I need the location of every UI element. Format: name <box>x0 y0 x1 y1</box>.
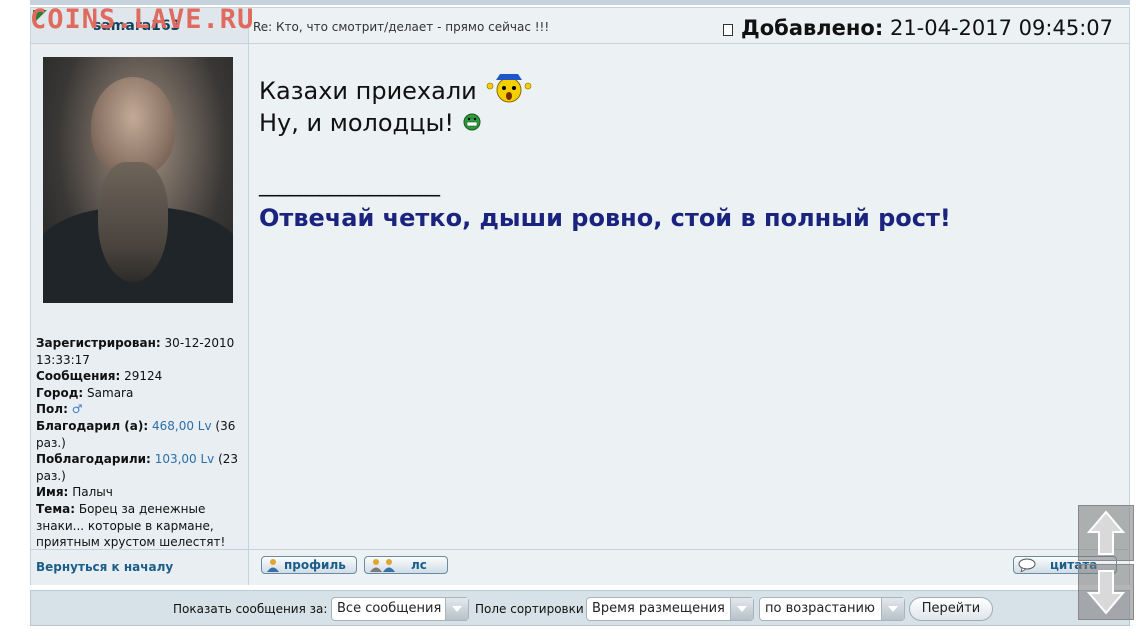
thanked-row: Благодарил (а): 468,00 Lv (36 раз.) <box>36 418 236 450</box>
profile-button[interactable]: профиль <box>261 556 357 574</box>
arrow-down-icon <box>1086 570 1126 615</box>
post-subject: Re: Кто, что смотрит/делает - прямо сейч… <box>253 20 550 34</box>
quote-icon <box>1018 558 1036 573</box>
post-document-icon <box>723 24 734 36</box>
go-button[interactable]: Перейти <box>909 597 993 621</box>
forum-post: samara163 Re: Кто, что смотрит/делает - … <box>30 7 1130 585</box>
added-value: 21-04-2017 09:45:07 <box>889 16 1113 40</box>
post-footer-left: Вернуться к началу <box>31 549 249 585</box>
thanked-link[interactable]: 468,00 Lv <box>152 419 212 433</box>
scroll-down-button[interactable] <box>1078 564 1134 620</box>
chevron-down-icon <box>881 598 904 620</box>
post-header: Re: Кто, что смотрит/делает - прямо сейч… <box>249 8 1129 44</box>
watermark-logo: COINS.LAVE.RU <box>30 4 255 35</box>
sort-field-select[interactable]: Время размещения <box>586 597 754 621</box>
chevron-down-icon <box>730 598 753 620</box>
back-to-top-link[interactable]: Вернуться к началу <box>36 560 173 574</box>
sort-options-bar: Показать сообщения за: Все сообщения Пол… <box>30 590 1130 626</box>
show-period-select[interactable]: Все сообщения <box>331 597 469 621</box>
sort-label: Поле сортировки <box>475 602 584 616</box>
gender-row: Пол: ♂ <box>36 402 83 417</box>
thanked-by-link[interactable]: 103,00 Lv <box>155 452 215 466</box>
messages-row: Сообщения: 29124 <box>36 369 163 384</box>
name-row: Имя: Палыч <box>36 485 113 500</box>
user-icon <box>266 558 280 572</box>
signature: Отвечай четко, дыши ровно, стой в полный… <box>259 204 951 232</box>
added-label: Добавлено: <box>741 16 884 40</box>
author-info: Зарегистрирован: 30-12-2010 13:33:17 Соо… <box>36 335 246 551</box>
avatar <box>43 57 233 303</box>
private-message-button[interactable]: лс <box>364 556 448 574</box>
arrow-up-icon <box>1086 510 1126 555</box>
show-label: Показать сообщения за: <box>173 602 328 616</box>
sort-order-select[interactable]: по возрастанию <box>759 597 905 621</box>
users-icon <box>369 558 397 572</box>
chevron-down-icon <box>445 598 468 620</box>
post-text-line: Ну, и молодцы! <box>259 109 482 138</box>
author-sidebar: Зарегистрирован: 30-12-2010 13:33:17 Соо… <box>31 44 249 549</box>
post-date: Добавлено: 21-04-2017 09:45:07 <box>723 16 1113 40</box>
dizzy-smiley-icon <box>484 72 534 112</box>
scroll-up-button[interactable] <box>1078 505 1134 561</box>
male-icon: ♂ <box>71 402 83 417</box>
grin-smiley-icon <box>462 110 482 138</box>
thanked-by-row: Поблагодарили: 103,00 Lv (23 раз.) <box>36 452 239 483</box>
post-footer-actions: профиль лс цитата <box>249 549 1129 585</box>
city-row: Город: Samara <box>36 385 134 400</box>
registered-row: Зарегистрирован: 30-12-2010 13:33:17 <box>36 336 235 367</box>
post-body: Казахи приехали Ну, и молодцы! _________… <box>249 44 1129 549</box>
signature-separator: __________________ <box>259 172 440 197</box>
post-text-line: Казахи приехали <box>259 72 534 112</box>
theme-row: Тема: Борец за денежные знаки... которые… <box>36 501 226 550</box>
